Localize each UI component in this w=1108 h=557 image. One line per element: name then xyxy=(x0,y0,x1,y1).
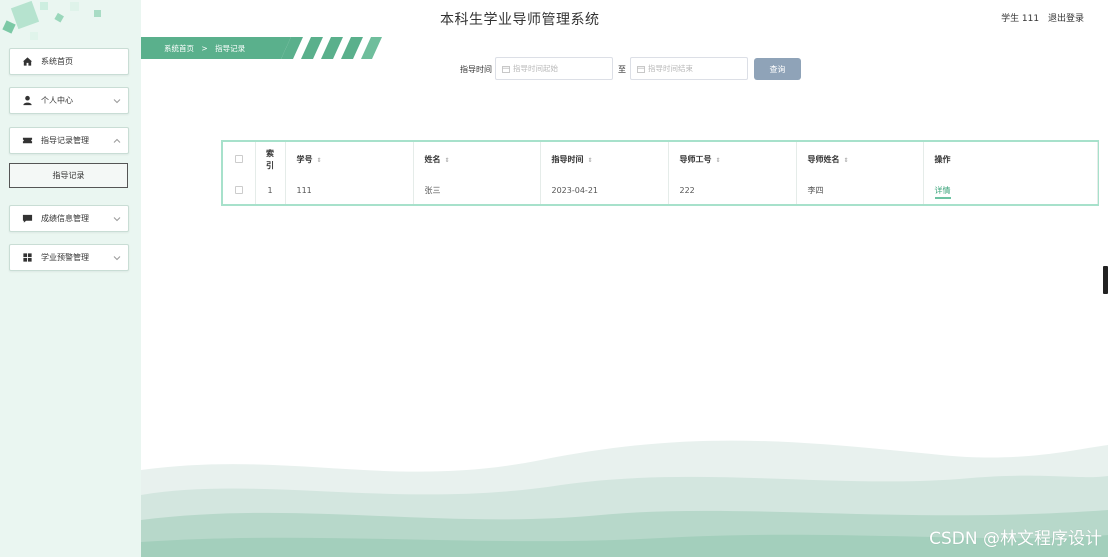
sidebar-item-personal-center[interactable]: 个人中心 xyxy=(9,87,129,114)
sidebar-item-label: 个人中心 xyxy=(41,96,73,105)
message-icon xyxy=(22,214,33,223)
sidebar-item-label: 系统首页 xyxy=(41,57,73,66)
sidebar-item-grade-info-management[interactable]: 成绩信息管理 xyxy=(9,205,129,232)
search-button[interactable]: 查询 xyxy=(754,58,801,80)
user-label: 学生 111 xyxy=(1001,14,1040,24)
sidebar-item-home[interactable]: 系统首页 xyxy=(9,48,129,75)
chevron-down-icon xyxy=(113,256,121,261)
end-date-placeholder: 指导时间结束 xyxy=(648,64,693,73)
user-area: 学生 111 退出登录 xyxy=(995,11,1084,24)
home-icon xyxy=(22,57,33,66)
user-icon xyxy=(23,95,32,106)
cell-tutor-id: 222 xyxy=(668,177,797,204)
start-date-input[interactable]: 指导时间起始 xyxy=(495,57,613,80)
calendar-icon xyxy=(637,65,645,73)
table-header-row: 索引 学号 ⇕ 姓名 ⇕ 指导时间 ⇕ 导师工号 ⇕ 导师姓名 ⇕ 操作 xyxy=(223,142,1098,177)
sort-icon[interactable]: ⇕ xyxy=(317,157,322,164)
search-label: 指导时间 xyxy=(460,65,492,74)
end-date-input[interactable]: 指导时间结束 xyxy=(630,57,748,80)
chevron-up-icon xyxy=(113,138,121,143)
select-all-cell xyxy=(223,142,256,177)
sidebar-item-label: 学业预警管理 xyxy=(41,253,89,262)
sidebar-decoration xyxy=(2,0,101,40)
sort-icon[interactable]: ⇕ xyxy=(844,157,849,164)
calendar-icon xyxy=(502,65,510,73)
header-action: 操作 xyxy=(923,142,1098,177)
cell-name: 张三 xyxy=(413,177,541,204)
page-title: 本科生学业导师管理系统 xyxy=(440,12,600,28)
cell-index: 1 xyxy=(255,177,286,204)
sort-icon[interactable]: ⇕ xyxy=(716,157,721,164)
table-row: 1 111 张三 2023-04-21 222 李四 详情 xyxy=(223,177,1098,204)
cell-guide-time: 2023-04-21 xyxy=(540,177,669,204)
date-range-separator: 至 xyxy=(618,65,626,74)
row-select-cell xyxy=(223,177,256,204)
sidebar: 系统首页 个人中心 指导记录管理 指导记录 成绩信息管理 学业预警管理 xyxy=(0,0,141,557)
select-all-checkbox[interactable] xyxy=(234,154,243,163)
header-student-id[interactable]: 学号 ⇕ xyxy=(285,142,414,177)
sidebar-subitem-label: 指导记录 xyxy=(52,171,85,180)
sidebar-item-academic-warning-management[interactable]: 学业预警管理 xyxy=(9,244,129,271)
sidebar-item-guide-record-management[interactable]: 指导记录管理 xyxy=(9,127,129,154)
logout-button[interactable]: 退出登录 xyxy=(1048,14,1084,24)
grid-icon xyxy=(23,253,32,262)
start-date-placeholder: 指导时间起始 xyxy=(513,64,558,73)
breadcrumb: 系统首页 > 指导记录 xyxy=(164,43,245,54)
records-table: 索引 学号 ⇕ 姓名 ⇕ 指导时间 ⇕ 导师工号 ⇕ 导师姓名 ⇕ 操作 1 111 张三… xyxy=(221,140,1099,206)
ticket-icon xyxy=(22,137,33,144)
sidebar-item-label: 成绩信息管理 xyxy=(41,214,89,223)
detail-button[interactable]: 详情 xyxy=(934,186,951,199)
scrollbar-handle[interactable] xyxy=(1103,266,1108,294)
header-name[interactable]: 姓名 ⇕ xyxy=(413,142,541,177)
sidebar-subitem-guide-record[interactable]: 指导记录 xyxy=(9,163,128,188)
header-tutor-id[interactable]: 导师工号 ⇕ xyxy=(668,142,797,177)
row-checkbox[interactable] xyxy=(234,185,243,194)
sort-icon[interactable]: ⇕ xyxy=(445,157,450,164)
cell-action: 详情 xyxy=(923,177,1098,204)
header-guide-time[interactable]: 指导时间 ⇕ xyxy=(540,142,669,177)
cell-tutor-name: 李四 xyxy=(796,177,924,204)
watermark: CSDN @林文程序设计 xyxy=(929,529,1102,549)
chevron-down-icon xyxy=(113,217,121,222)
header-index: 索引 xyxy=(255,142,286,177)
sort-icon[interactable]: ⇕ xyxy=(588,157,593,164)
chevron-down-icon xyxy=(113,99,121,104)
breadcrumb-current: 指导记录 xyxy=(215,44,246,53)
header-tutor-name[interactable]: 导师姓名 ⇕ xyxy=(796,142,924,177)
breadcrumb-separator: > xyxy=(201,44,208,53)
cell-student-id: 111 xyxy=(285,177,414,204)
sidebar-item-label: 指导记录管理 xyxy=(41,136,89,145)
breadcrumb-home[interactable]: 系统首页 xyxy=(164,44,194,53)
